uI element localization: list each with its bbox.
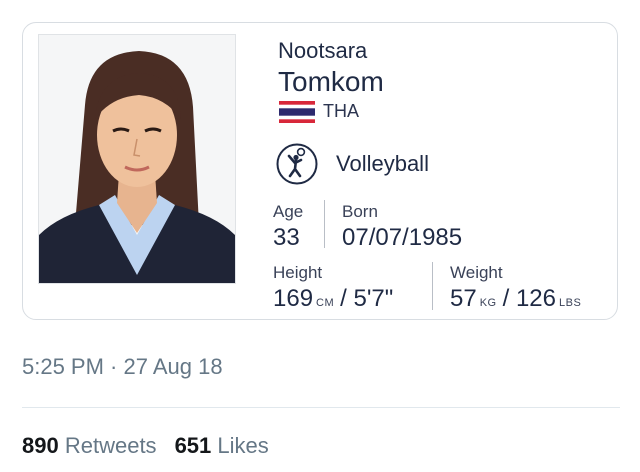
tweet-stats: 890 Retweets 651 Likes — [22, 433, 287, 459]
weight-kg: 57 — [450, 285, 477, 312]
weight-label: Weight — [450, 263, 503, 282]
divider — [22, 407, 620, 408]
retweets-label: Retweets — [64, 433, 157, 458]
height-ft: 5'7" — [353, 285, 394, 312]
sport-name: Volleyball — [336, 151, 429, 176]
country-code: THA — [323, 101, 359, 121]
weight-lbs-unit: LBS — [559, 297, 582, 309]
weight-separator: / — [502, 285, 510, 312]
likes-link[interactable]: 651 Likes — [175, 433, 287, 458]
divider — [324, 200, 325, 248]
athlete-first-name: Nootsara — [278, 38, 368, 63]
athlete-photo — [38, 34, 236, 284]
weight-kg-unit: KG — [479, 297, 497, 309]
tweet-timestamp[interactable]: 5:25 PM · 27 Aug 18 — [22, 354, 223, 380]
portrait-image — [39, 35, 235, 283]
volleyball-player-icon — [276, 143, 318, 185]
height-value: 169 CM / 5'7" — [273, 285, 393, 313]
age-value: 33 — [273, 224, 300, 251]
height-cm-unit: CM — [316, 297, 335, 309]
likes-label: Likes — [217, 433, 269, 458]
height-label: Height — [273, 263, 323, 282]
born-value: 07/07/1985 — [342, 224, 463, 251]
retweets-link[interactable]: 890 Retweets — [22, 433, 175, 458]
retweets-count: 890 — [22, 433, 59, 458]
thailand-flag-icon — [279, 101, 315, 123]
weight-lbs: 126 — [515, 285, 556, 312]
likes-count: 651 — [174, 433, 212, 458]
height-separator: / — [340, 285, 347, 312]
born-label: Born — [342, 202, 378, 221]
height-cm: 169 — [273, 285, 314, 312]
weight-value: 57 KG / 126 LBS — [450, 285, 587, 313]
age-label: Age — [273, 202, 304, 221]
divider — [432, 262, 433, 310]
athlete-last-name: Tomkom — [278, 66, 384, 97]
